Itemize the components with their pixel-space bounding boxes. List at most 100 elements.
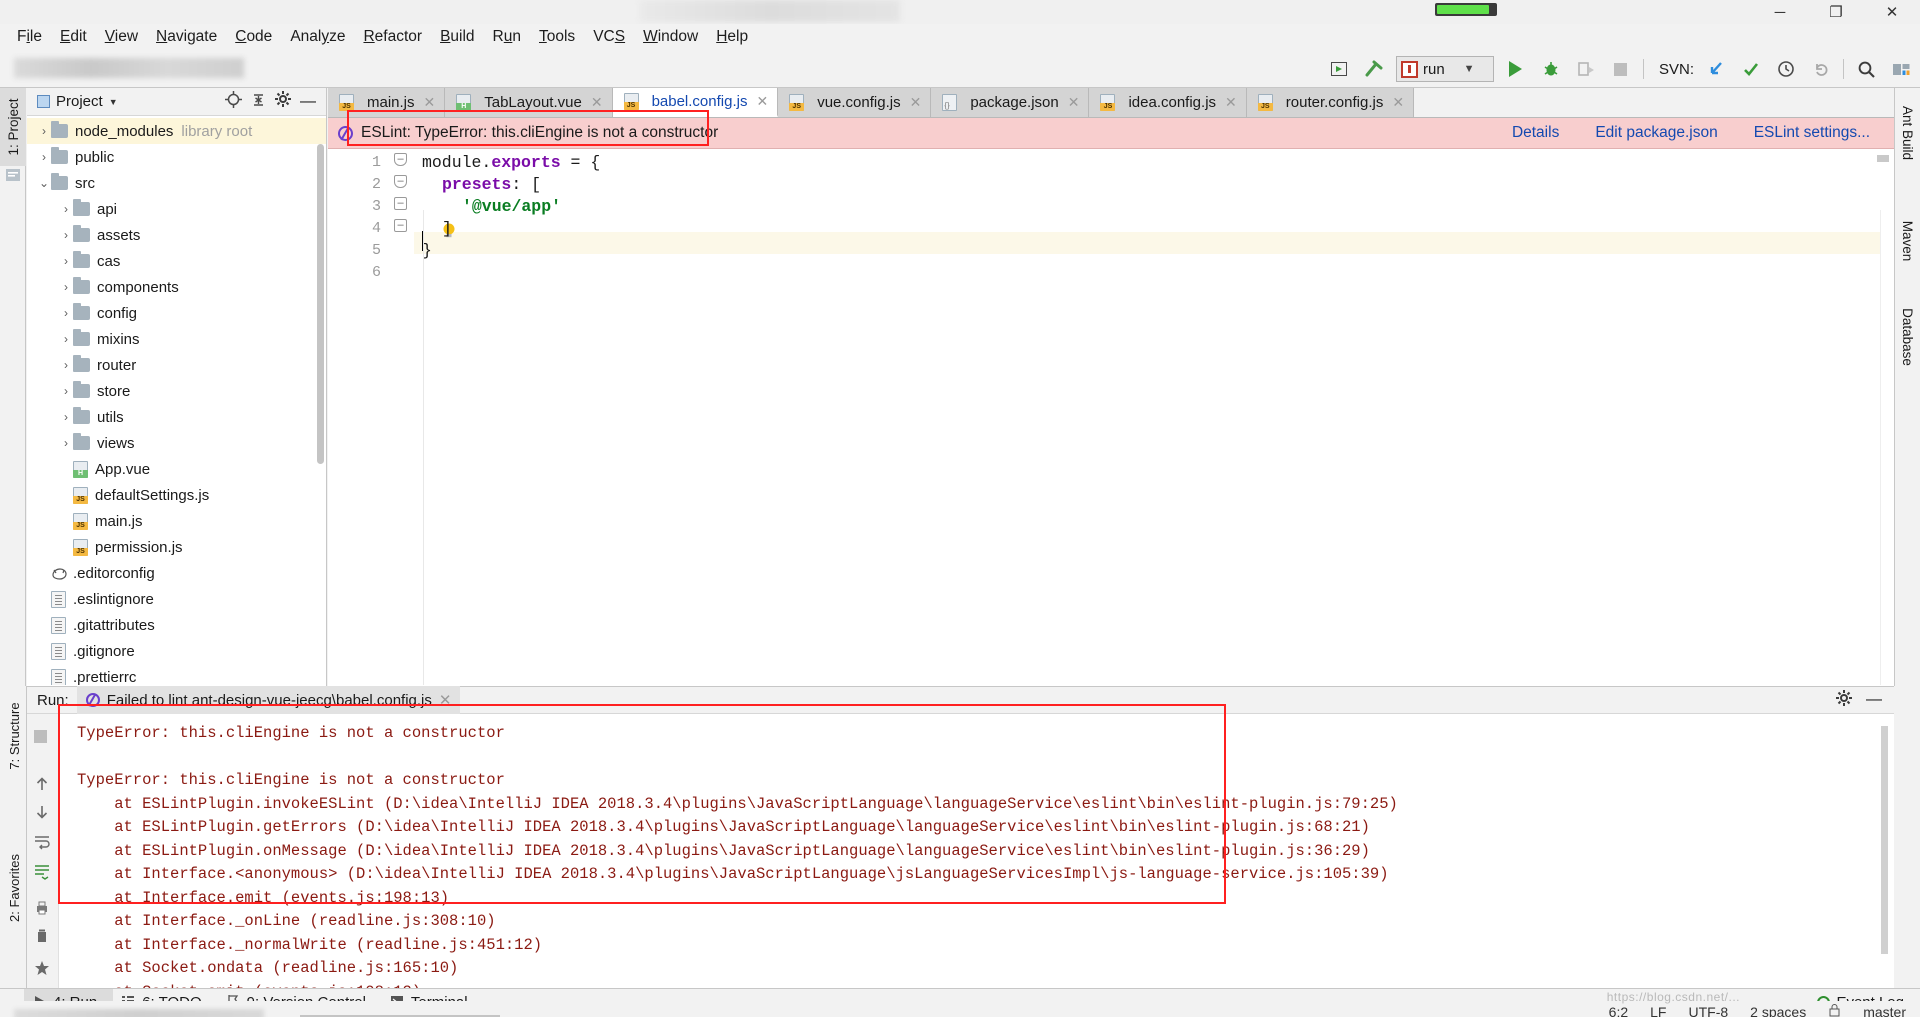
menu-item-help[interactable]: Help	[707, 26, 757, 48]
eslint-banner-links[interactable]: Details Edit package.json ESLint setting…	[1512, 124, 1894, 142]
editor-tab-TabLayout-vue[interactable]: TabLayout.vue ✕	[445, 88, 613, 117]
indent-setting[interactable]: 2 spaces	[1750, 1004, 1806, 1017]
run-tab-failed-lint[interactable]: Failed to lint ant-design-vue-jeecg\babe…	[76, 686, 461, 714]
project-file-tree[interactable]: › node_modules library root › public ⌄ src › api…	[27, 116, 326, 685]
menu-item-navigate[interactable]: Navigate	[147, 26, 226, 48]
tree-node[interactable]: defaultSettings.js	[27, 482, 326, 508]
chevron-down-icon[interactable]: ▼	[1464, 63, 1475, 75]
gear-icon[interactable]	[275, 91, 291, 112]
editor-tab-idea-config-js[interactable]: idea.config.js ✕	[1089, 88, 1247, 117]
rail-tab-database[interactable]: Database	[1895, 303, 1920, 371]
rail-tab-maven[interactable]: Maven	[1895, 207, 1920, 275]
disclosure-arrow[interactable]: ›	[59, 306, 73, 320]
stop-icon[interactable]	[34, 730, 52, 748]
tree-node[interactable]: › utils	[27, 404, 326, 430]
tree-node[interactable]: › components	[27, 274, 326, 300]
tree-node[interactable]: › public	[27, 144, 326, 170]
editor-tab-bar[interactable]: main.js✕TabLayout.vue✕babel.config.js✕vu…	[328, 88, 1894, 118]
delete-icon[interactable]	[34, 928, 52, 946]
search-icon[interactable]	[1853, 56, 1879, 82]
menu-item-build[interactable]: Build	[431, 26, 483, 48]
menu-item-code[interactable]: Code	[226, 26, 281, 48]
code-viewport[interactable]: 1 2 3 4 5 6 – – – – module.exports = {presets…	[328, 149, 1894, 685]
disclosure-arrow[interactable]: ›	[59, 202, 73, 216]
disclosure-arrow[interactable]: ›	[59, 410, 73, 424]
run-configuration-selector[interactable]: run ▼	[1395, 56, 1494, 82]
gear-icon[interactable]	[1836, 689, 1852, 711]
error-stripe-mark[interactable]	[1877, 155, 1889, 162]
svn-history-icon[interactable]	[1773, 56, 1799, 82]
close-icon[interactable]: ✕	[910, 94, 922, 111]
run-with-coverage-button[interactable]	[1573, 56, 1599, 82]
caret-position[interactable]: 6:2	[1609, 1004, 1628, 1017]
console-line[interactable]: at Interface.emit (events.js:198:13)	[77, 887, 1894, 911]
close-icon[interactable]: ✕	[756, 93, 768, 110]
editor-tab-vue-config-js[interactable]: vue.config.js ✕	[778, 88, 932, 117]
close-icon[interactable]: ✕	[591, 94, 603, 111]
file-encoding[interactable]: UTF-8	[1688, 1004, 1728, 1017]
disclosure-arrow[interactable]: ›	[37, 124, 51, 138]
console-line[interactable]: TypeError: this.cliEngine is not a const…	[77, 722, 1894, 746]
scroll-to-end-icon[interactable]	[34, 864, 52, 882]
eslint-settings-link[interactable]: ESLint settings...	[1754, 124, 1870, 142]
menu-item-file[interactable]: File	[8, 26, 51, 48]
disclosure-arrow[interactable]: ›	[59, 228, 73, 242]
tree-node[interactable]: App.vue	[27, 456, 326, 482]
disclosure-arrow[interactable]: ⌄	[37, 176, 51, 190]
lock-icon[interactable]	[1828, 1003, 1841, 1017]
sidebar-tab-structure[interactable]: 7: Structure	[2, 696, 26, 776]
down-arrow-icon[interactable]	[34, 804, 52, 822]
close-icon[interactable]: ✕	[1068, 94, 1080, 111]
console-line[interactable]: TypeError: this.cliEngine is not a const…	[77, 769, 1894, 793]
menu-item-edit[interactable]: Edit	[51, 26, 96, 48]
svn-revert-icon[interactable]	[1808, 56, 1834, 82]
chevron-down-icon[interactable]: ▼	[109, 97, 118, 107]
tree-node[interactable]: › mixins	[27, 326, 326, 352]
console-line[interactable]: at Socket.ondata (readline.js:165:10)	[77, 957, 1894, 981]
close-icon[interactable]: ✕	[424, 94, 436, 111]
menu-item-run[interactable]: Run	[484, 26, 530, 48]
fold-marker-4[interactable]: –	[394, 219, 407, 232]
menu-item-refactor[interactable]: Refactor	[354, 26, 431, 48]
tree-node[interactable]: ⌄ src	[27, 170, 326, 196]
menu-item-window[interactable]: Window	[634, 26, 707, 48]
tree-node[interactable]: main.js	[27, 508, 326, 534]
tree-node[interactable]: permission.js	[27, 534, 326, 560]
minimize-button[interactable]: ─	[1752, 0, 1808, 24]
console-line[interactable]: at ESLintPlugin.invokeESLint (D:\idea\In…	[77, 793, 1894, 817]
project-scrollbar[interactable]	[317, 144, 324, 464]
run-button[interactable]	[1503, 56, 1529, 82]
up-arrow-icon[interactable]	[34, 776, 52, 794]
menu-item-analyze[interactable]: Analyze	[281, 26, 354, 48]
disclosure-arrow[interactable]: ›	[59, 280, 73, 294]
tree-node[interactable]: › router	[27, 352, 326, 378]
fold-marker-1[interactable]: –	[394, 153, 407, 166]
code-folding-column[interactable]: – – – –	[390, 149, 414, 685]
stop-button[interactable]	[1608, 56, 1634, 82]
console-line[interactable]: at Interface._normalWrite (readline.js:4…	[77, 934, 1894, 958]
rail-tab-ant-build[interactable]: Ant Build	[1895, 99, 1920, 167]
svn-commit-icon[interactable]	[1738, 56, 1764, 82]
editor-tab-main-js[interactable]: main.js ✕	[328, 88, 446, 117]
tree-node[interactable]: .gitignore	[27, 638, 326, 664]
soft-wrap-icon[interactable]	[34, 834, 52, 852]
disclosure-arrow[interactable]: ›	[59, 436, 73, 450]
editor-tab-router-config-js[interactable]: router.config.js ✕	[1246, 88, 1415, 117]
print-icon[interactable]	[34, 900, 52, 918]
close-icon[interactable]: ✕	[439, 691, 452, 709]
console-line[interactable]: at Interface.<anonymous> (D:\idea\Intell…	[77, 863, 1894, 887]
fold-marker-2[interactable]: –	[394, 175, 407, 188]
tree-node[interactable]: .eslintignore	[27, 586, 326, 612]
maximize-button[interactable]: ❐	[1808, 0, 1864, 24]
tree-node[interactable]: .prettierrc	[27, 664, 326, 685]
disclosure-arrow[interactable]: ›	[37, 150, 51, 164]
console-line[interactable]: at ESLintPlugin.getErrors (D:\idea\Intel…	[77, 816, 1894, 840]
close-icon[interactable]: ✕	[1225, 94, 1237, 111]
svn-update-icon[interactable]	[1703, 56, 1729, 82]
tree-node[interactable]: › node_modules library root	[27, 118, 326, 144]
menu-item-view[interactable]: View	[96, 26, 147, 48]
edit-package-json-link[interactable]: Edit package.json	[1595, 124, 1717, 142]
vcs-branch[interactable]: master	[1863, 1004, 1906, 1017]
tree-node[interactable]: .editorconfig	[27, 560, 326, 586]
collapse-all-icon[interactable]	[251, 92, 266, 112]
